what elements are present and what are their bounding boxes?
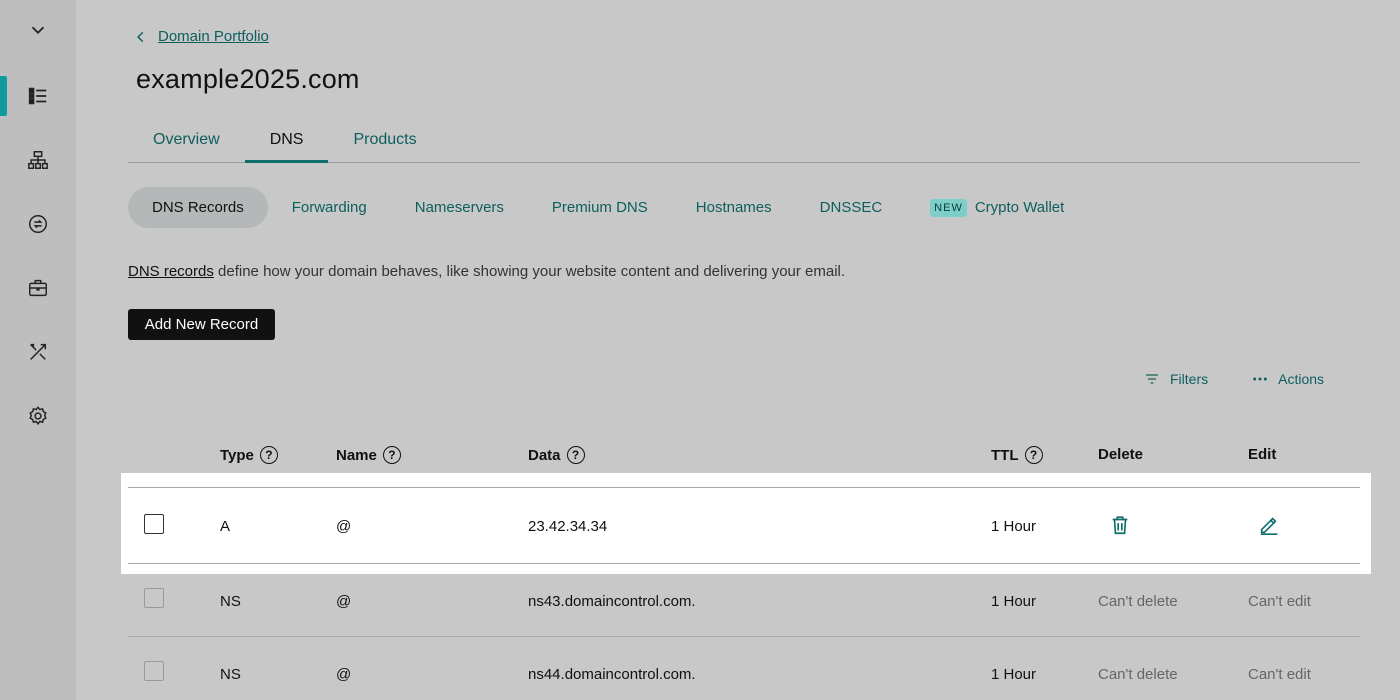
breadcrumb: Domain Portfolio	[134, 28, 269, 45]
list-icon	[28, 87, 47, 105]
new-badge: NEW	[930, 199, 967, 217]
header-data: Data ?	[528, 446, 585, 464]
trash-icon	[1112, 516, 1128, 535]
chevron-down-icon	[31, 26, 45, 35]
row-checkbox	[144, 661, 164, 681]
table-row: NS @ ns43.domaincontrol.com. 1 Hour Can'…	[128, 564, 1360, 637]
actions-label: Actions	[1278, 371, 1325, 387]
cell-edit-status: Can't edit	[1248, 666, 1311, 683]
filters-label: Filters	[1170, 371, 1209, 387]
sitemap-icon	[28, 151, 48, 169]
gear-icon	[29, 406, 47, 425]
help-icon[interactable]: ?	[566, 446, 585, 464]
rail-item-briefcase[interactable]	[0, 268, 76, 308]
pencil-icon	[1260, 517, 1278, 535]
header-edit: Edit	[1248, 446, 1277, 463]
cell-data: ns43.domaincontrol.com.	[528, 593, 696, 610]
subtab-dnssec[interactable]: DNSSEC	[796, 187, 907, 228]
tab-dns[interactable]: DNS	[244, 118, 329, 163]
subtab-premium-dns[interactable]: Premium DNS	[528, 187, 672, 228]
cell-delete-status: Can't delete	[1098, 593, 1178, 610]
edit-button[interactable]	[1257, 513, 1281, 537]
dns-description: DNS records define how your domain behav…	[128, 263, 845, 280]
row-checkbox[interactable]	[144, 514, 164, 534]
table-row: NS @ ns44.domaincontrol.com. 1 Hour Can'…	[128, 637, 1360, 700]
help-icon[interactable]: ?	[382, 446, 401, 464]
row-checkbox	[144, 588, 164, 608]
rail-item-tools[interactable]	[0, 332, 76, 372]
cell-ttl: 1 Hour	[991, 518, 1037, 535]
rail-item-sitemap[interactable]	[0, 140, 76, 180]
page-title: example2025.com	[136, 64, 360, 94]
domain-tabs: Overview DNS Products	[128, 118, 1360, 163]
header-type-label: Type	[220, 446, 254, 464]
cell-ttl: 1 Hour	[991, 593, 1037, 610]
more-horizontal-icon	[1253, 377, 1267, 381]
left-rail	[0, 0, 76, 700]
header-data-label: Data	[528, 446, 561, 464]
cell-name: @	[336, 518, 352, 535]
subtab-dns-records[interactable]: DNS Records	[128, 187, 268, 228]
header-ttl-label: TTL	[991, 446, 1019, 464]
subtab-crypto-wallet-label: Crypto Wallet	[974, 199, 1065, 216]
cell-data: 23.42.34.34	[528, 518, 608, 535]
header-name-label: Name	[336, 446, 377, 464]
briefcase-icon	[29, 279, 47, 297]
filters-button[interactable]: Filters	[1144, 371, 1208, 387]
cell-name: @	[336, 593, 352, 610]
sync-icon	[29, 215, 47, 233]
rail-item-list[interactable]	[0, 76, 76, 116]
help-icon[interactable]: ?	[259, 446, 278, 464]
cell-type: A	[220, 518, 231, 535]
tab-products[interactable]: Products	[328, 118, 441, 163]
table-header: Type ? Name ? Data ? TTL ? Delete Edit	[128, 446, 1360, 470]
cell-name: @	[336, 666, 352, 683]
dns-description-text: define how your domain behaves, like sho…	[213, 263, 846, 280]
cell-type: NS	[220, 666, 241, 683]
rail-item-transfer[interactable]	[0, 204, 76, 244]
rail-item-settings[interactable]	[0, 396, 76, 436]
cell-ttl: 1 Hour	[991, 666, 1037, 683]
header-delete: Delete	[1098, 446, 1144, 463]
dns-records-link[interactable]: DNS records	[128, 263, 214, 280]
chevron-left-icon[interactable]	[134, 30, 148, 44]
tools-icon	[30, 343, 47, 360]
actions-button[interactable]: Actions	[1252, 371, 1324, 387]
dns-subnav: DNS Records Forwarding Nameservers Premi…	[128, 187, 1088, 228]
main-content: Domain Portfolio example2025.com Overvie…	[76, 0, 1400, 700]
header-type: Type ?	[220, 446, 278, 464]
cell-type: NS	[220, 593, 241, 610]
cell-data: ns44.domaincontrol.com.	[528, 666, 696, 683]
add-new-record-button[interactable]: Add New Record	[128, 309, 275, 340]
help-icon[interactable]: ?	[1024, 446, 1043, 464]
rail-collapse-button[interactable]	[0, 10, 76, 50]
subtab-crypto-wallet[interactable]: NEW Crypto Wallet	[906, 187, 1088, 228]
cell-delete-status: Can't delete	[1098, 666, 1178, 683]
table-toolbar: Filters Actions	[1144, 371, 1324, 387]
cell-edit-status: Can't edit	[1248, 593, 1311, 610]
subtab-hostnames[interactable]: Hostnames	[672, 187, 796, 228]
delete-button[interactable]	[1108, 513, 1132, 537]
header-name: Name ?	[336, 446, 401, 464]
subtab-nameservers[interactable]: Nameservers	[391, 187, 528, 228]
subtab-forwarding[interactable]: Forwarding	[268, 187, 391, 228]
breadcrumb-domain-portfolio-link[interactable]: Domain Portfolio	[158, 28, 269, 45]
header-ttl: TTL ?	[991, 446, 1043, 464]
tab-overview[interactable]: Overview	[128, 118, 245, 163]
table-row: A @ 23.42.34.34 1 Hour	[128, 488, 1360, 564]
filter-icon	[1146, 374, 1158, 384]
